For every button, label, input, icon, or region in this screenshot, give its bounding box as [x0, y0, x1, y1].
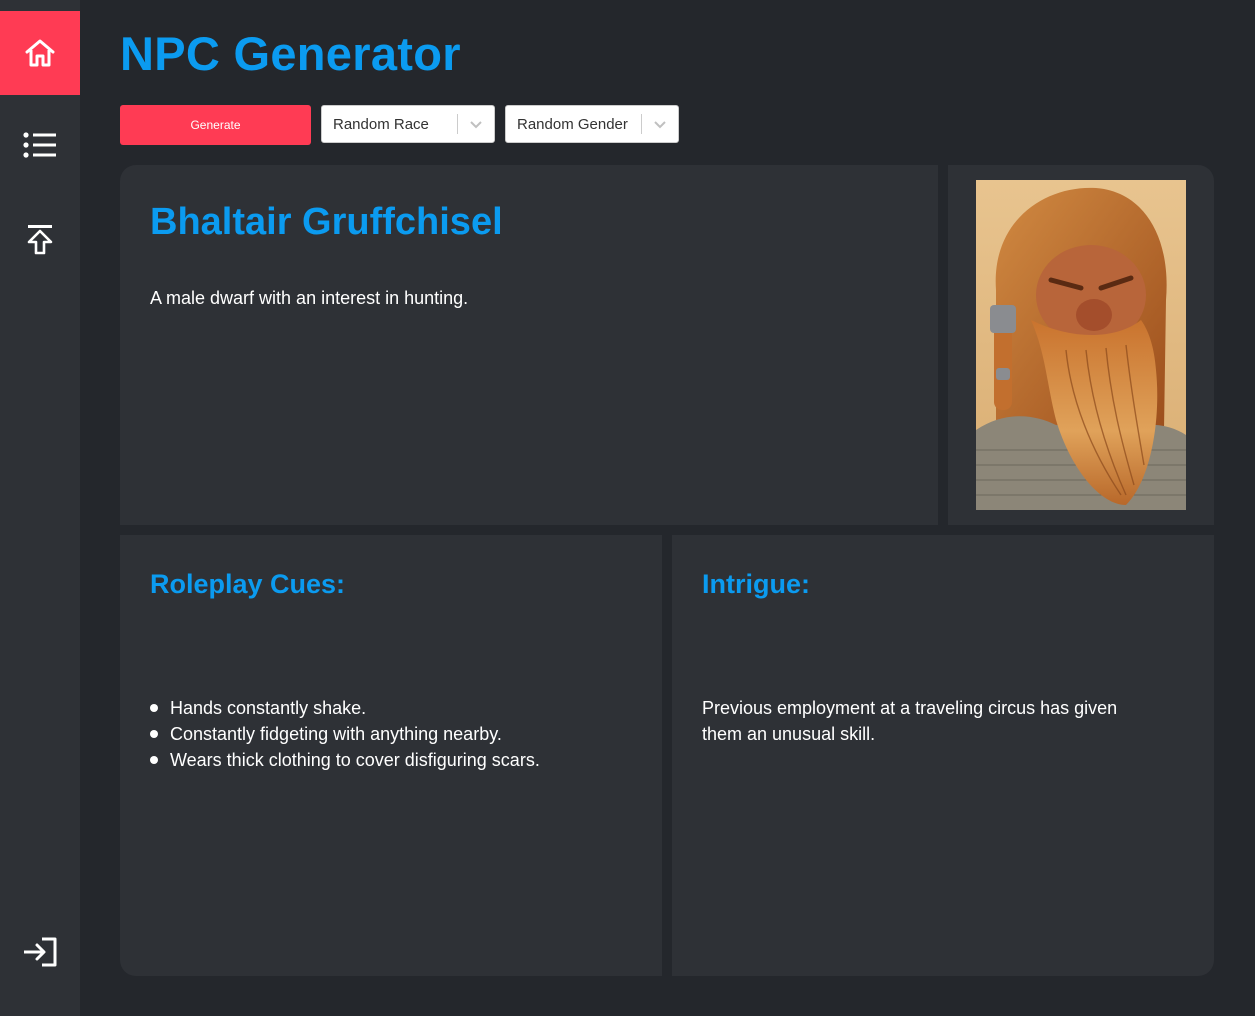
intrigue-text: Previous employment at a traveling circu…	[702, 698, 1118, 744]
sidebar-item-upload[interactable]	[0, 197, 80, 281]
race-select[interactable]: Random Race	[321, 105, 495, 143]
list-item: Hands constantly shake.	[150, 695, 540, 721]
upload-icon	[26, 223, 54, 255]
list-item: Constantly fidgeting with anything nearb…	[150, 721, 540, 747]
cue-text: Hands constantly shake.	[170, 698, 367, 718]
page-title: NPC Generator	[120, 27, 461, 80]
roleplay-cues-title: Roleplay Cues:	[150, 569, 346, 599]
bullet-icon	[150, 756, 158, 764]
npc-description: A male dwarf with an interest in hunting…	[150, 288, 469, 308]
bullet-icon	[150, 704, 158, 712]
sign-in-icon	[22, 936, 58, 968]
chevron-down-icon	[642, 120, 678, 129]
bullet-icon	[150, 730, 158, 738]
list-icon	[23, 131, 57, 159]
sidebar-item-login[interactable]	[0, 910, 80, 994]
npc-name: Bhaltair Gruffchisel	[150, 201, 503, 243]
cue-text: Constantly fidgeting with anything nearb…	[170, 724, 502, 744]
cue-text: Wears thick clothing to cover disfigurin…	[170, 750, 540, 770]
sidebar-item-home[interactable]	[0, 11, 80, 95]
npc-portrait-card	[948, 165, 1214, 525]
generate-button[interactable]: Generate	[120, 105, 311, 145]
roleplay-cues-list: Hands constantly shake. Constantly fidge…	[150, 695, 540, 773]
home-icon	[24, 38, 56, 68]
chevron-down-icon	[458, 120, 494, 129]
gender-select-value: Random Gender	[517, 115, 628, 133]
intrigue-card: Intrigue: Previous employment at a trave…	[672, 535, 1214, 976]
sidebar	[0, 0, 80, 1016]
roleplay-cues-card: Roleplay Cues: Hands constantly shake. C…	[120, 535, 662, 976]
gender-select[interactable]: Random Gender	[505, 105, 679, 143]
sidebar-item-list[interactable]	[0, 103, 80, 187]
dwarf-portrait-image	[976, 180, 1186, 510]
intrigue-title: Intrigue:	[702, 569, 810, 599]
npc-summary-card: Bhaltair Gruffchisel A male dwarf with a…	[120, 165, 938, 525]
list-item: Wears thick clothing to cover disfigurin…	[150, 747, 540, 773]
race-select-value: Random Race	[333, 115, 429, 133]
